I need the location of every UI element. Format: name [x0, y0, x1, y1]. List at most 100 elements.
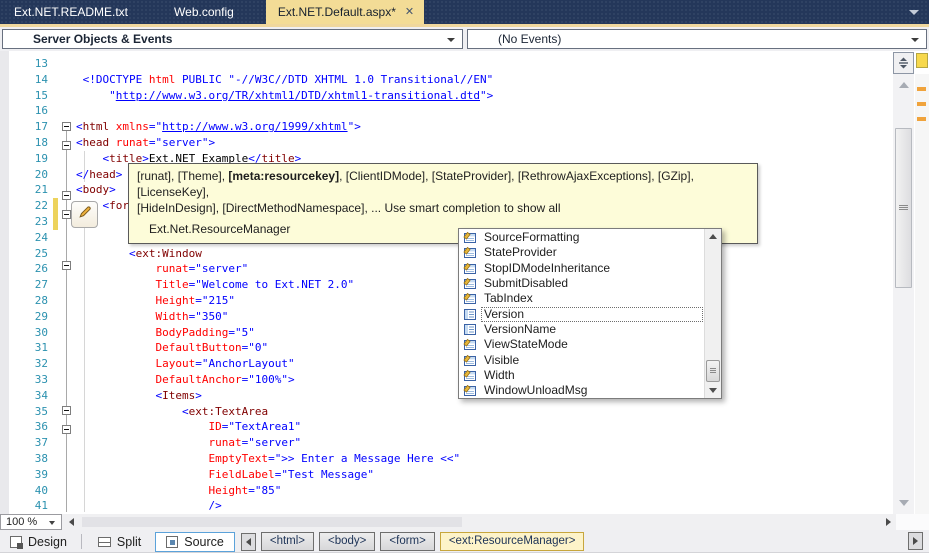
- scroll-up-icon[interactable]: [709, 234, 717, 239]
- code-line[interactable]: <ext:Window: [76, 246, 500, 262]
- horizontal-scrollbar-thumb[interactable]: [82, 517, 462, 527]
- fold-slot: [60, 472, 76, 488]
- tag-breadcrumb-form[interactable]: <form>: [380, 532, 435, 551]
- code-token: >: [208, 135, 216, 149]
- code-token: "85": [254, 483, 282, 497]
- smart-tag-button[interactable]: [71, 201, 98, 228]
- objects-dropdown[interactable]: Server Objects & Events: [2, 29, 463, 49]
- code-token: html: [148, 72, 176, 86]
- code-line[interactable]: <html xmlns="http://www.w3.org/1999/xhtm…: [76, 119, 500, 135]
- code-line[interactable]: <!DOCTYPE html PUBLIC "-//W3C//DTD XHTML…: [76, 72, 500, 88]
- tag-breadcrumb-html[interactable]: <html>: [260, 532, 315, 551]
- completion-item-version[interactable]: Version: [460, 306, 703, 322]
- code-token: "0": [248, 341, 269, 355]
- code-line[interactable]: <head runat="server">: [76, 135, 500, 151]
- completion-item-label: WindowUnloadMsg: [484, 383, 588, 398]
- vertical-scrollbar[interactable]: [893, 74, 914, 514]
- code-line[interactable]: [76, 56, 500, 72]
- triangle-right-icon: [886, 518, 891, 526]
- source-view-button[interactable]: Source: [155, 531, 235, 552]
- completion-item-label: VersionName: [484, 321, 557, 336]
- completion-item-label: StopIDModeInheritance: [484, 260, 611, 275]
- code-line[interactable]: [76, 103, 500, 119]
- completion-item-windowunloadmsg[interactable]: WindowUnloadMsg: [460, 383, 703, 398]
- code-line[interactable]: FieldLabel="Test Message": [76, 467, 500, 483]
- scroll-down-icon[interactable]: [899, 500, 909, 506]
- tab-strip: Ext.NET.README.txt Web.config Ext.NET.Defa…: [0, 0, 425, 24]
- tag-navigator-forward-button[interactable]: [908, 532, 923, 550]
- fold-toggle-collapse-icon[interactable]: [62, 405, 71, 415]
- completion-item-tabindex[interactable]: TabIndex: [460, 291, 703, 306]
- code-line[interactable]: Height="85": [76, 483, 500, 499]
- completion-item-stopidmodeinheritance[interactable]: StopIDModeInheritance: [460, 261, 703, 276]
- code-line[interactable]: Layout="AnchorLayout": [76, 356, 500, 372]
- completion-item-width[interactable]: Width: [460, 368, 703, 383]
- completion-item-viewstatemode[interactable]: ViewStateMode: [460, 337, 703, 352]
- zoom-dropdown[interactable]: 100 %: [0, 514, 62, 530]
- scroll-right-button[interactable]: [881, 514, 896, 530]
- line-number: 29: [34, 309, 48, 323]
- split-view-button[interactable]: Split: [90, 533, 149, 551]
- code-token: Height: [155, 293, 196, 307]
- code-token: <: [128, 246, 136, 260]
- scroll-down-icon[interactable]: [709, 388, 717, 393]
- code-line[interactable]: BodyPadding="5": [76, 325, 500, 341]
- tab-ext-net-readme-txt[interactable]: Ext.NET.README.txt: [0, 0, 160, 24]
- minus-glyph: [64, 195, 69, 197]
- completion-item-visible[interactable]: Visible: [460, 352, 703, 367]
- code-line[interactable]: <Items>: [76, 388, 500, 404]
- fold-toggle-collapse-icon[interactable]: [62, 140, 71, 150]
- code-line[interactable]: />: [76, 498, 500, 514]
- completion-item-stateprovider[interactable]: StateProvider: [460, 245, 703, 260]
- scroll-left-button[interactable]: [64, 514, 79, 530]
- code-line[interactable]: runat="server": [76, 261, 500, 277]
- window-list-chevron-down-icon[interactable]: [909, 10, 919, 15]
- tag-navigator-back-button[interactable]: [240, 532, 256, 551]
- events-dropdown[interactable]: (No Events): [467, 29, 927, 49]
- vertical-scrollbar-thumb[interactable]: [895, 128, 912, 288]
- completion-item-label: SourceFormatting: [484, 230, 580, 245]
- completion-item-versionname[interactable]: VersionName: [460, 322, 703, 337]
- fold-toggle-collapse-icon[interactable]: [62, 210, 71, 220]
- completion-scrollbar-thumb[interactable]: [706, 360, 720, 382]
- code-line[interactable]: Title="Welcome to Ext.NET 2.0": [76, 277, 500, 293]
- changed-line-bar: [53, 214, 58, 230]
- code-line[interactable]: "http://www.w3.org/TR/xhtml1/DTD/xhtml1-…: [76, 88, 500, 104]
- breakpoint-margin[interactable]: [0, 51, 9, 514]
- property-icon: [463, 338, 477, 351]
- code-editor[interactable]: 13 14 15 16 17 18 19 20 21 22 23 24 25 26 27 28 29 30 31 32…: [0, 51, 929, 514]
- code-line[interactable]: EmptyText=">> Enter a Message Here <<": [76, 451, 500, 467]
- fold-toggle-collapse-icon[interactable]: [62, 260, 71, 270]
- code-line[interactable]: <ext:TextArea: [76, 404, 500, 420]
- fold-slot: [60, 440, 76, 456]
- fold-toggle-collapse-icon[interactable]: [62, 122, 71, 132]
- property-icon: [463, 246, 477, 259]
- code-line[interactable]: ID="TextArea1": [76, 419, 500, 435]
- chevron-down-icon: [911, 38, 919, 42]
- completion-item-sourceformatting[interactable]: SourceFormatting: [460, 230, 703, 245]
- code-token: =: [148, 120, 156, 134]
- close-icon[interactable]: ✕: [405, 6, 414, 18]
- code-line[interactable]: DefaultButton="0": [76, 340, 500, 356]
- split-view-label: Split: [116, 534, 142, 549]
- tag-breadcrumb-body[interactable]: <body>: [319, 532, 376, 551]
- design-view-button[interactable]: Design: [2, 533, 75, 551]
- completion-scrollbar[interactable]: [704, 229, 721, 398]
- tag-breadcrumb-ext-resourcemanager[interactable]: <ext:ResourceManager>: [439, 532, 585, 551]
- code-line[interactable]: runat="server": [76, 435, 500, 451]
- code-text-area[interactable]: <!DOCTYPE html PUBLIC "-//W3C//DTD XHTML…: [76, 56, 500, 514]
- scroll-up-icon[interactable]: [899, 82, 909, 88]
- completion-item-submitdisabled[interactable]: SubmitDisabled: [460, 276, 703, 291]
- editor-splitter-handle[interactable]: [893, 52, 914, 74]
- code-line[interactable]: Height="215": [76, 293, 500, 309]
- fold-toggle-collapse-icon[interactable]: [62, 424, 71, 434]
- code-line[interactable]: Width="350": [76, 309, 500, 325]
- code-line[interactable]: DefaultAnchor="100%">: [76, 372, 500, 388]
- fold-toggle-collapse-icon[interactable]: [62, 191, 71, 201]
- tab-ext-net-default-aspx[interactable]: Ext.NET.Default.aspx* ✕: [265, 0, 425, 24]
- tab-web-config[interactable]: Web.config: [160, 0, 266, 24]
